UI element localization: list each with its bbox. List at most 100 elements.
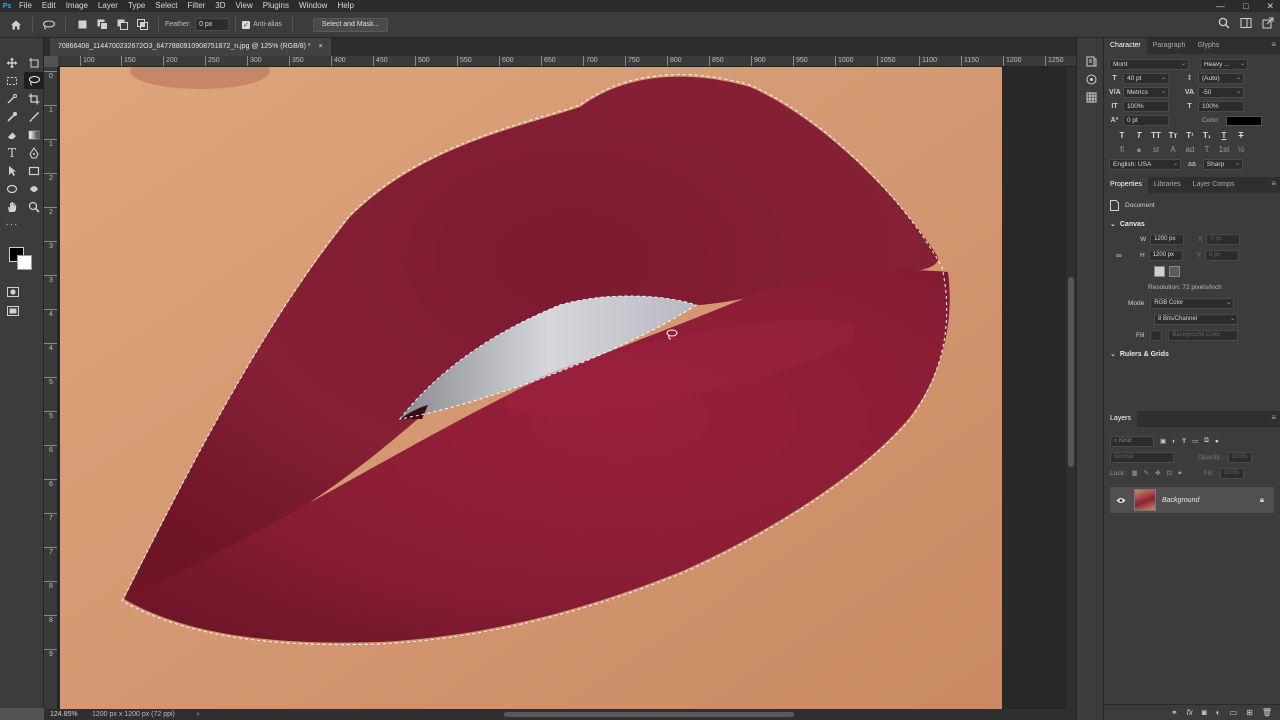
- menu-layer[interactable]: Layer: [93, 0, 123, 12]
- new-selection-icon[interactable]: [72, 15, 92, 35]
- add-selection-icon[interactable]: [92, 15, 112, 35]
- search-icon[interactable]: [1218, 17, 1230, 29]
- bit-depth-select[interactable]: 8 Bits/Channel ⌄: [1154, 313, 1238, 325]
- lips-photo-canvas[interactable]: [60, 67, 1002, 709]
- close-tab-icon[interactable]: ×: [319, 38, 323, 56]
- brush-tool-icon[interactable]: [24, 108, 44, 125]
- layer-kind-filter[interactable]: ⌕ Kind: [1110, 435, 1154, 447]
- lock-position-icon[interactable]: ✥: [1155, 469, 1160, 477]
- tab-paragraph[interactable]: Paragraph: [1147, 38, 1192, 54]
- text-color-swatch[interactable]: [1226, 115, 1263, 126]
- home-icon[interactable]: [6, 15, 26, 35]
- vertical-ruler[interactable]: 0 1 1 2 2 3 3 4 4 5 5 6 6 7 7 8 8 9: [44, 67, 58, 709]
- share-icon[interactable]: [1262, 17, 1274, 29]
- menu-view[interactable]: View: [231, 0, 258, 12]
- tab-properties[interactable]: Properties: [1104, 177, 1148, 193]
- panel-menu-icon[interactable]: ≡: [1271, 179, 1276, 188]
- panel-menu-icon[interactable]: ≡: [1271, 40, 1276, 49]
- lasso-tool-icon[interactable]: [39, 15, 59, 35]
- visibility-eye-icon[interactable]: [1116, 497, 1126, 504]
- artboard-tool-icon[interactable]: [24, 54, 44, 71]
- minimize-icon[interactable]: —: [1216, 0, 1225, 12]
- workspace-icon[interactable]: [1240, 17, 1252, 29]
- hand-tool-icon[interactable]: [2, 198, 22, 215]
- tab-layer-comps[interactable]: Layer Comps: [1187, 177, 1241, 193]
- move-tool-icon[interactable]: [2, 54, 22, 71]
- lock-pixels-icon[interactable]: ✎: [1144, 469, 1149, 477]
- feather-input[interactable]: 0 px: [195, 18, 230, 31]
- select-and-mask-button[interactable]: Select and Mask...: [312, 17, 389, 32]
- antialias-checkbox[interactable]: ✓: [242, 20, 251, 29]
- blend-mode-select[interactable]: Normal: [1110, 451, 1174, 463]
- rectangle-tool-icon[interactable]: [24, 162, 44, 179]
- opacity-field[interactable]: 100%: [1227, 451, 1252, 463]
- portrait-orientation-icon[interactable]: [1154, 265, 1165, 277]
- fx-icon[interactable]: fx: [1187, 708, 1193, 717]
- swash-button[interactable]: A: [1167, 145, 1179, 154]
- maximize-icon[interactable]: □: [1243, 0, 1248, 12]
- eyedropper-icon[interactable]: [2, 108, 22, 125]
- strikethrough-button[interactable]: T: [1235, 131, 1247, 140]
- zoom-level[interactable]: 124.85%: [44, 711, 84, 718]
- font-style-select[interactable]: Heavy ... ⌄: [1200, 59, 1248, 70]
- horizontal-ruler[interactable]: 100 150 200 250 300 350 400 450 500 550 …: [58, 56, 1076, 67]
- font-family-select[interactable]: Mont ⌄: [1109, 59, 1189, 70]
- menu-plugins[interactable]: Plugins: [258, 0, 294, 12]
- tab-libraries[interactable]: Libraries: [1148, 177, 1187, 193]
- smart-object-filter-icon[interactable]: ⧉: [1204, 437, 1209, 445]
- fill-swatch[interactable]: [1150, 329, 1163, 341]
- canvas-section-header[interactable]: ⌄ Canvas: [1110, 217, 1274, 231]
- lasso-icon[interactable]: [24, 72, 44, 89]
- menu-select[interactable]: Select: [150, 0, 182, 12]
- faux-bold-button[interactable]: T: [1116, 131, 1128, 140]
- panel-menu-icon[interactable]: ≡: [1271, 413, 1276, 422]
- canvas-x-field[interactable]: 0 px: [1206, 233, 1241, 245]
- gradient-tool-icon[interactable]: [24, 126, 44, 143]
- contextual-alternates-button[interactable]: ℴ: [1133, 145, 1145, 154]
- landscape-orientation-icon[interactable]: [1169, 265, 1180, 277]
- color-icon[interactable]: [1077, 70, 1105, 88]
- canvas-height-field[interactable]: 1200 px: [1148, 249, 1183, 261]
- discretionary-ligatures-button[interactable]: st: [1150, 145, 1162, 154]
- adjustment-filter-icon[interactable]: ◐: [1172, 438, 1176, 445]
- rulers-grids-header[interactable]: ⌄ Rulers & Grids: [1110, 347, 1274, 361]
- lock-transparent-icon[interactable]: ▦: [1132, 469, 1138, 477]
- shape-filter-icon[interactable]: ▭: [1192, 437, 1198, 445]
- zoom-tool-icon[interactable]: [24, 198, 44, 215]
- menu-help[interactable]: Help: [332, 0, 358, 12]
- adjustment-icon[interactable]: ◐: [1216, 708, 1221, 717]
- canvas-workspace[interactable]: [58, 67, 1076, 709]
- screen-mode-icon[interactable]: [3, 302, 23, 319]
- fill-select[interactable]: Background Color: [1168, 329, 1239, 341]
- trash-icon[interactable]: 🗑︎: [1262, 708, 1272, 717]
- menu-file[interactable]: File: [14, 0, 37, 12]
- custom-shape-icon[interactable]: [24, 180, 44, 197]
- mask-icon[interactable]: ◙: [1202, 708, 1207, 717]
- small-caps-button[interactable]: Tт: [1167, 131, 1179, 140]
- menu-3d[interactable]: 3D: [210, 0, 230, 12]
- language-select[interactable]: English: USA ⌄: [1109, 159, 1181, 170]
- canvas-width-field[interactable]: 1200 px: [1150, 233, 1185, 245]
- layer-name[interactable]: Background: [1162, 497, 1199, 504]
- filter-toggle-icon[interactable]: ●: [1215, 438, 1219, 445]
- document-tab[interactable]: 70866408_1144700232672O3_647788091090875…: [50, 38, 331, 56]
- scroll-thumb[interactable]: [1068, 277, 1074, 467]
- link-dimensions-icon[interactable]: ∞: [1116, 251, 1122, 260]
- menu-image[interactable]: Image: [61, 0, 93, 12]
- vertical-scale-field[interactable]: 100%: [1123, 101, 1169, 112]
- stylistic-alternates-button[interactable]: ad: [1184, 145, 1196, 154]
- menu-type[interactable]: Type: [123, 0, 150, 12]
- lock-all-icon[interactable]: 🔒︎: [1178, 469, 1181, 477]
- tracking-field[interactable]: -50 ⌄: [1198, 87, 1244, 98]
- more-tools-icon[interactable]: ···: [2, 216, 22, 233]
- all-caps-button[interactable]: TT: [1150, 131, 1162, 140]
- new-layer-icon[interactable]: ⊞: [1246, 708, 1253, 717]
- pixel-filter-icon[interactable]: ▣: [1160, 437, 1166, 445]
- subtract-selection-icon[interactable]: [112, 15, 132, 35]
- canvas-y-field[interactable]: 0 px: [1205, 249, 1240, 261]
- crop-tool-icon[interactable]: [24, 90, 44, 107]
- horizontal-scale-field[interactable]: 100%: [1198, 101, 1244, 112]
- menu-filter[interactable]: Filter: [183, 0, 211, 12]
- tab-character[interactable]: Character: [1104, 38, 1147, 54]
- horizontal-scroll-thumb[interactable]: [504, 712, 794, 717]
